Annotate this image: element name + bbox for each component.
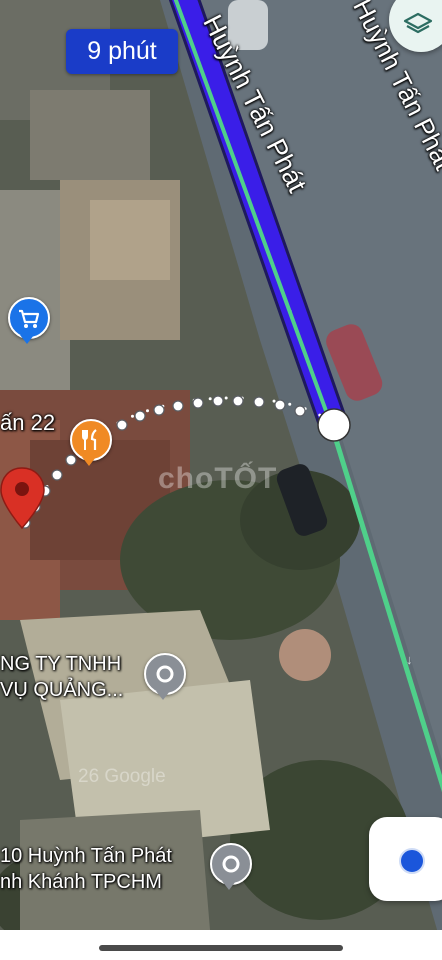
- address-pin-tip: [222, 881, 236, 890]
- gray-place-pin-icon: [210, 843, 252, 885]
- red-pin-icon[interactable]: [0, 466, 48, 536]
- google-watermark: 26 Google: [78, 766, 166, 787]
- address-label-line2: nh Khánh TPCHM: [0, 871, 162, 893]
- my-location-icon: [399, 848, 425, 874]
- svg-text:↓: ↓: [406, 652, 413, 667]
- layers-icon: [403, 12, 433, 34]
- chotot-watermark: choTỐT: [158, 462, 278, 495]
- shopping-pin-tip: [20, 335, 34, 344]
- home-indicator[interactable]: [99, 945, 343, 951]
- restaurant-label: ấn 22: [0, 410, 56, 435]
- eta-chip[interactable]: 9 phút: [66, 29, 178, 74]
- address-label-line1: 10 Huỳnh Tấn Phát: [0, 845, 172, 867]
- map-view[interactable]: ↓ ↓ 9 phút Huỳnh Tấn Phát Huỳnh Tấn Phát: [0, 0, 442, 940]
- company-label-line1: NG TY TNHH: [0, 653, 122, 675]
- my-location-button[interactable]: [369, 817, 442, 901]
- fork-knife-icon: [70, 419, 112, 461]
- gray-place-pin-icon: [144, 653, 186, 695]
- shopping-cart-icon: [8, 297, 50, 339]
- restaurant-pin-tip: [82, 457, 96, 466]
- company-pin-tip: [156, 691, 170, 700]
- company-label-line2: VỤ QUẢNG...: [0, 679, 124, 701]
